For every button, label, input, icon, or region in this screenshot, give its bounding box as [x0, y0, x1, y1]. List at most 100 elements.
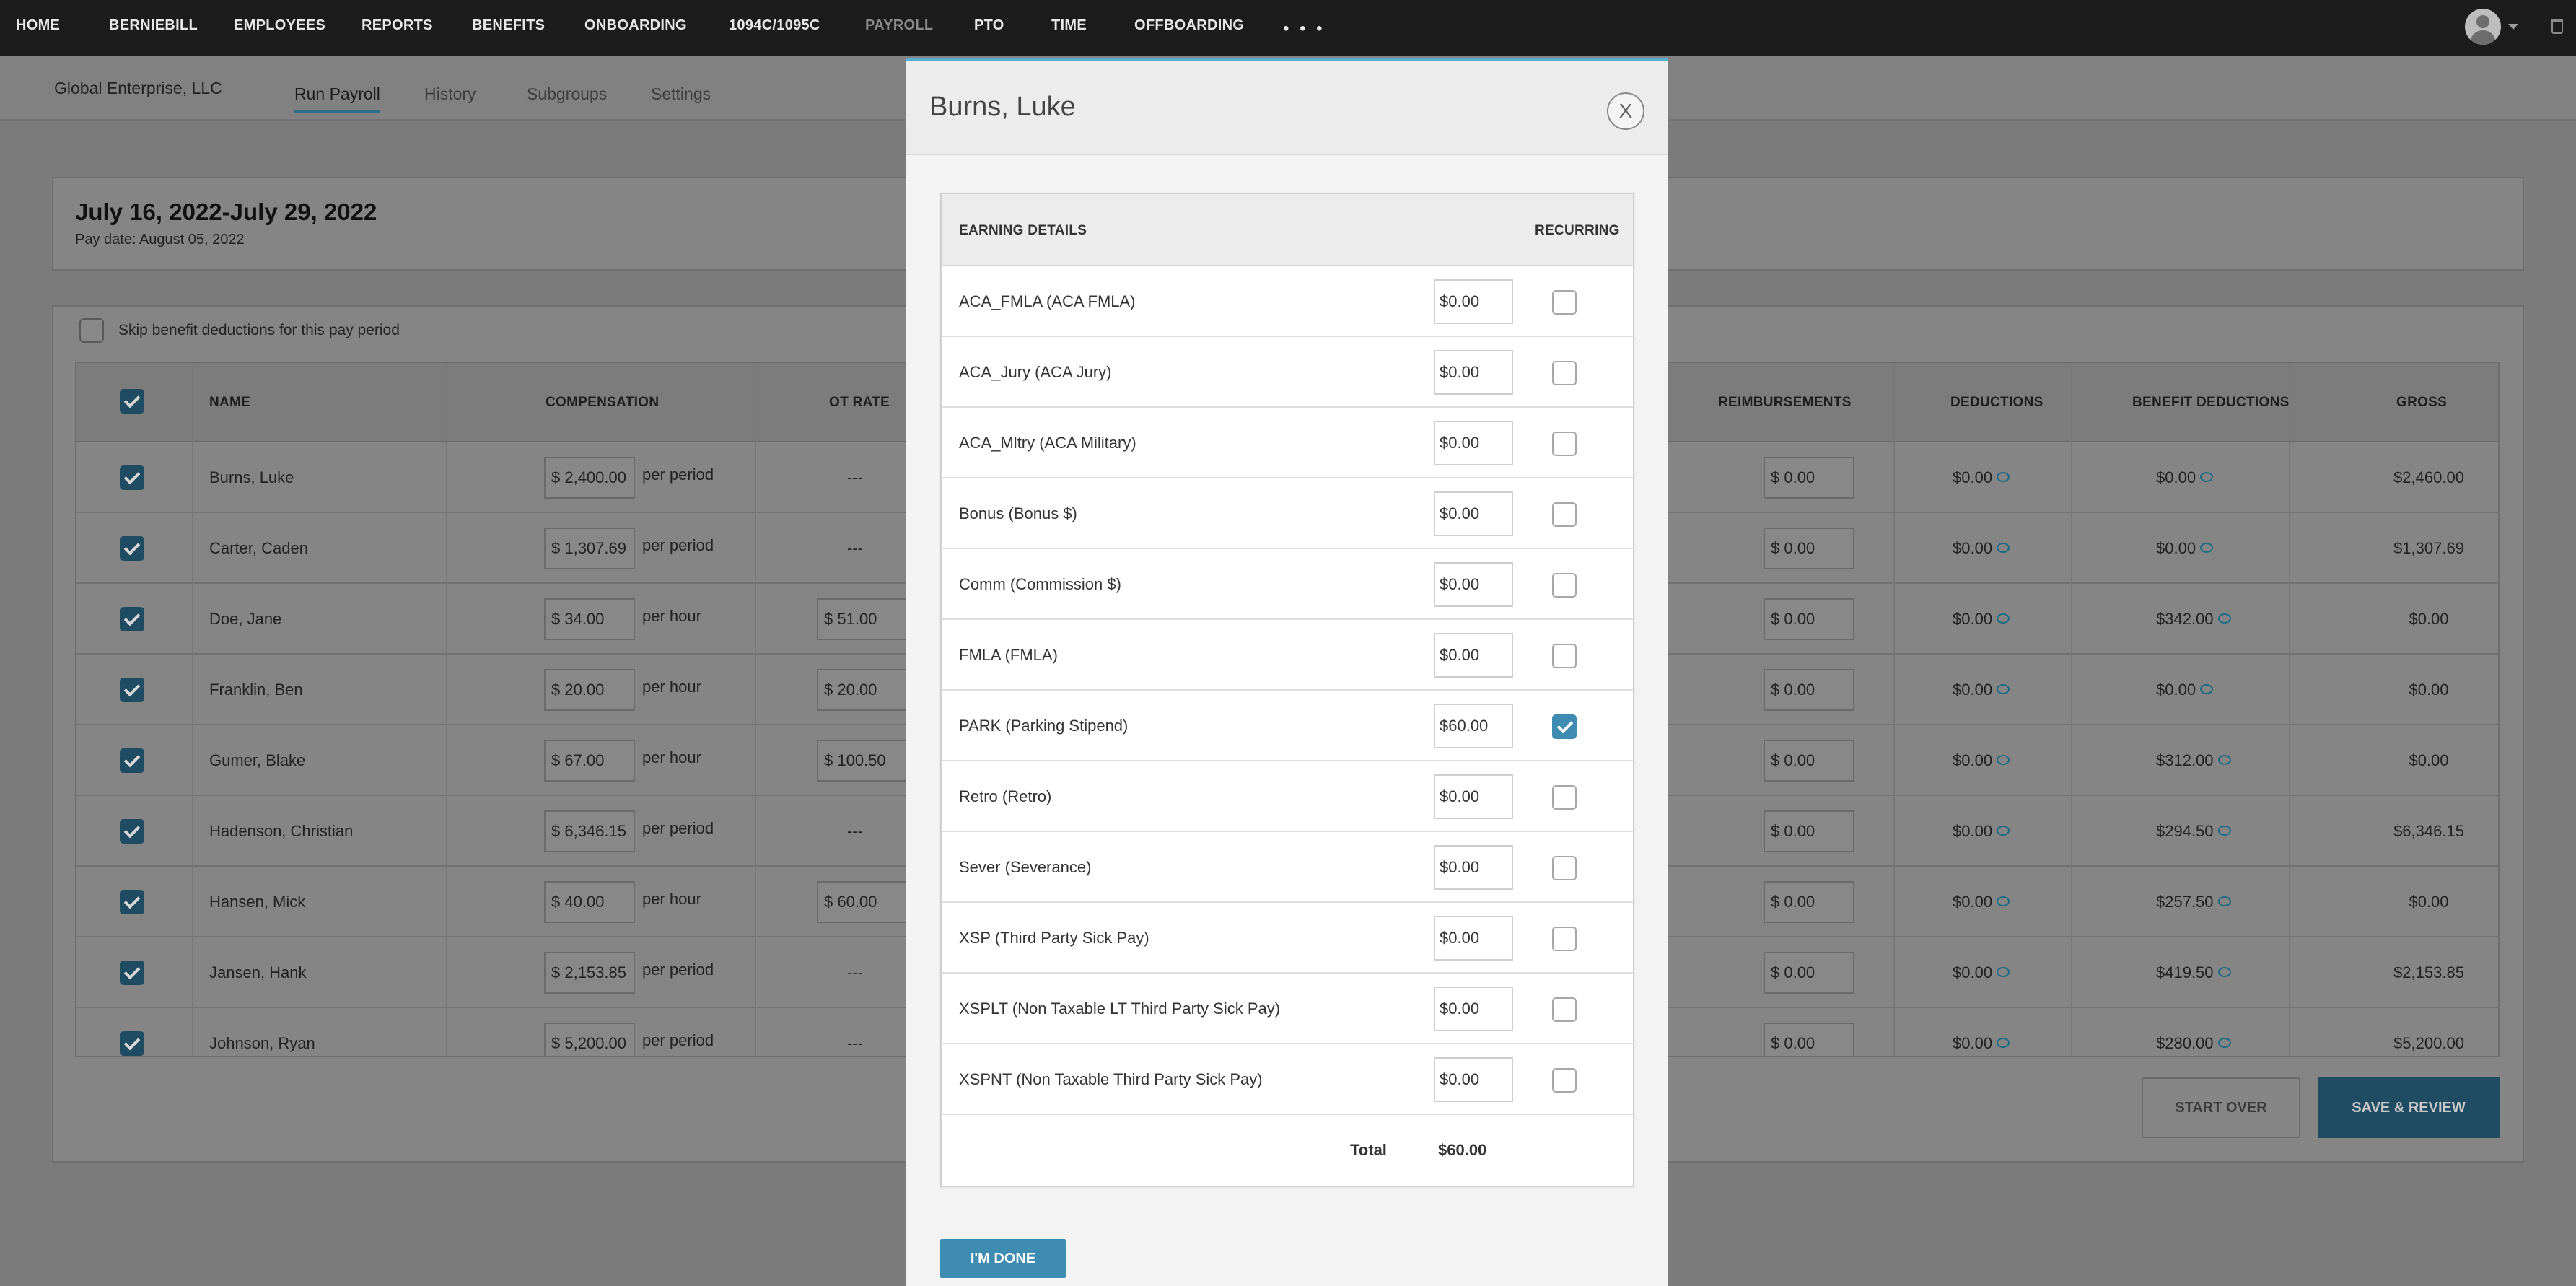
start-over-button[interactable]: START OVER — [2142, 1077, 2300, 1138]
compensation-input[interactable]: $ 6,346.15 — [544, 810, 635, 852]
reimbursement-input[interactable]: $ 0.00 — [1764, 881, 1854, 923]
reimbursement-input[interactable]: $ 0.00 — [1764, 457, 1854, 499]
employee-name[interactable]: Jansen, Hank — [209, 963, 307, 982]
employee-name[interactable]: Hadenson, Christian — [209, 822, 353, 841]
employee-name[interactable]: Hansen, Mick — [209, 893, 305, 911]
reimbursement-input[interactable]: $ 0.00 — [1764, 740, 1854, 782]
reimbursement-input[interactable]: $ 0.00 — [1764, 1023, 1854, 1056]
reimbursement-input[interactable]: $ 0.00 — [1764, 598, 1854, 640]
comment-icon[interactable] — [2217, 826, 2231, 836]
earning-amount-input[interactable]: $0.00 — [1434, 633, 1513, 678]
comment-icon[interactable] — [1997, 1038, 2010, 1049]
compensation-input[interactable]: $ 40.00 — [544, 881, 635, 923]
select-all-checkbox[interactable] — [120, 389, 144, 414]
employee-name[interactable]: Franklin, Ben — [209, 681, 303, 699]
compensation-input[interactable]: $ 1,307.69 — [544, 528, 635, 569]
earning-amount-input[interactable]: $0.00 — [1434, 562, 1513, 607]
compensation-input[interactable]: $ 2,400.00 — [544, 457, 635, 499]
comment-icon[interactable] — [2217, 613, 2231, 624]
trash-icon[interactable] — [2551, 19, 2563, 34]
employee-name[interactable]: Gumer, Blake — [209, 751, 305, 770]
nav-pto[interactable]: PTO — [974, 17, 1004, 34]
recurring-checkbox[interactable] — [1552, 502, 1577, 527]
close-button[interactable]: X — [1607, 92, 1644, 130]
nav-reports[interactable]: REPORTS — [362, 17, 433, 34]
nav-benefits[interactable]: BENEFITS — [472, 17, 545, 34]
reimbursement-input[interactable]: $ 0.00 — [1764, 669, 1854, 711]
done-button[interactable]: I'M DONE — [940, 1239, 1066, 1278]
employee-name[interactable]: Johnson, Ryan — [209, 1034, 315, 1053]
row-checkbox[interactable] — [120, 678, 144, 702]
comment-icon[interactable] — [1997, 543, 2010, 554]
reimbursement-input[interactable]: $ 0.00 — [1764, 810, 1854, 852]
comment-icon[interactable] — [2217, 1038, 2231, 1049]
save-review-button[interactable]: SAVE & REVIEW — [2318, 1077, 2500, 1138]
nav-payroll[interactable]: PAYROLL — [865, 17, 933, 34]
reimbursement-input[interactable]: $ 0.00 — [1764, 952, 1854, 994]
nav-employees[interactable]: EMPLOYEES — [234, 17, 325, 34]
more-menu-icon[interactable]: • • • — [1283, 19, 1326, 39]
comment-icon[interactable] — [2217, 967, 2231, 978]
user-avatar-icon[interactable] — [2465, 9, 2501, 45]
comment-icon[interactable] — [1997, 684, 2010, 695]
comment-icon[interactable] — [1997, 967, 2010, 978]
tab-settings[interactable]: Settings — [651, 84, 711, 104]
earning-amount-input[interactable]: $0.00 — [1434, 491, 1513, 536]
recurring-checkbox[interactable] — [1552, 1068, 1577, 1093]
nav-offboarding[interactable]: OFFBOARDING — [1134, 17, 1244, 34]
comment-icon[interactable] — [2200, 472, 2214, 483]
earning-amount-input[interactable]: $0.00 — [1434, 774, 1513, 819]
recurring-checkbox[interactable] — [1552, 432, 1577, 456]
earning-amount-input[interactable]: $60.00 — [1434, 704, 1513, 748]
nav-1094c-1095c[interactable]: 1094C/1095C — [729, 17, 820, 34]
nav-time[interactable]: TIME — [1051, 17, 1087, 34]
compensation-input[interactable]: $ 20.00 — [544, 669, 635, 711]
recurring-checkbox[interactable] — [1552, 573, 1577, 598]
comment-icon[interactable] — [1997, 613, 2010, 624]
recurring-checkbox[interactable] — [1552, 290, 1577, 315]
tab-run-payroll[interactable]: Run Payroll — [294, 84, 380, 113]
earning-amount-input[interactable]: $0.00 — [1434, 987, 1513, 1031]
nav-home[interactable]: HOME — [16, 17, 60, 34]
row-checkbox[interactable] — [120, 748, 144, 773]
row-checkbox[interactable] — [120, 890, 144, 914]
recurring-checkbox[interactable] — [1552, 997, 1577, 1022]
comment-icon[interactable] — [2217, 755, 2231, 766]
tab-subgroups[interactable]: Subgroups — [527, 84, 607, 104]
reimbursement-input[interactable]: $ 0.00 — [1764, 528, 1854, 569]
compensation-input[interactable]: $ 5,200.00 — [544, 1023, 635, 1056]
ot-rate-input[interactable]: $ 51.00 — [817, 598, 911, 640]
nav-berniebill[interactable]: BERNIEBILL — [109, 17, 198, 34]
chevron-down-icon[interactable] — [2508, 24, 2518, 30]
recurring-checkbox[interactable] — [1552, 927, 1577, 951]
ot-rate-input[interactable]: $ 60.00 — [817, 881, 911, 923]
comment-icon[interactable] — [1997, 896, 2010, 907]
row-checkbox[interactable] — [120, 536, 144, 561]
earning-amount-input[interactable]: $0.00 — [1434, 279, 1513, 324]
nav-onboarding[interactable]: ONBOARDING — [584, 17, 687, 34]
earning-amount-input[interactable]: $0.00 — [1434, 1057, 1513, 1102]
earning-amount-input[interactable]: $0.00 — [1434, 916, 1513, 961]
ot-rate-input[interactable]: $ 20.00 — [817, 669, 911, 711]
row-checkbox[interactable] — [120, 961, 144, 985]
employee-name[interactable]: Burns, Luke — [209, 468, 294, 487]
employee-name[interactable]: Carter, Caden — [209, 539, 308, 558]
row-checkbox[interactable] — [120, 465, 144, 490]
comment-icon[interactable] — [1997, 826, 2010, 836]
comment-icon[interactable] — [1997, 755, 2010, 766]
row-checkbox[interactable] — [120, 819, 144, 844]
skip-benefits-checkbox[interactable] — [79, 318, 104, 343]
compensation-input[interactable]: $ 2,153.85 — [544, 952, 635, 994]
earning-amount-input[interactable]: $0.00 — [1434, 421, 1513, 465]
employee-name[interactable]: Doe, Jane — [209, 610, 281, 629]
recurring-checkbox[interactable] — [1552, 644, 1577, 668]
recurring-checkbox[interactable] — [1552, 714, 1577, 739]
ot-rate-input[interactable]: $ 100.50 — [817, 740, 911, 782]
comment-icon[interactable] — [2200, 543, 2214, 554]
comment-icon[interactable] — [2200, 684, 2214, 695]
comment-icon[interactable] — [1997, 472, 2010, 483]
compensation-input[interactable]: $ 67.00 — [544, 740, 635, 782]
recurring-checkbox[interactable] — [1552, 856, 1577, 880]
earning-amount-input[interactable]: $0.00 — [1434, 845, 1513, 890]
comment-icon[interactable] — [2217, 896, 2231, 907]
